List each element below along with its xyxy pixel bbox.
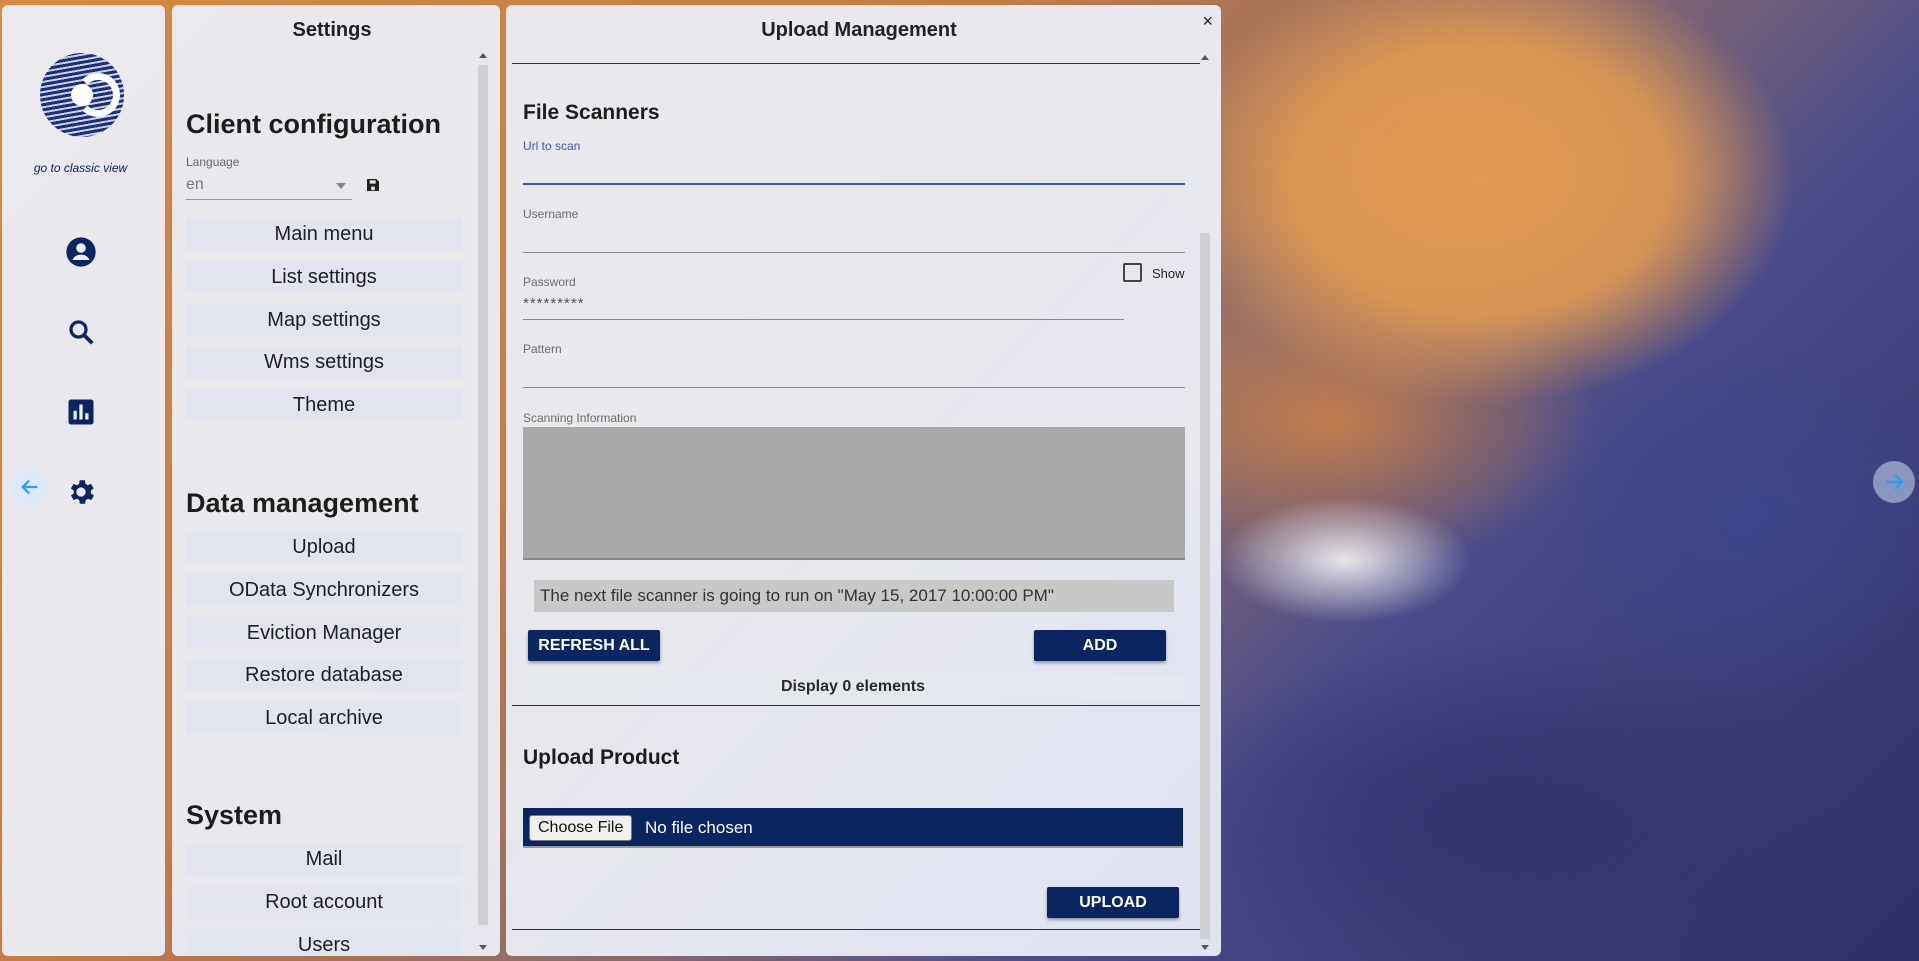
menu-users[interactable]: Users [186,929,462,956]
menu-eviction-manager[interactable]: Eviction Manager [186,617,462,649]
menu-main-menu[interactable]: Main menu [186,218,462,250]
file-input[interactable]: Choose File No file chosen [523,808,1183,848]
scanning-info-label: Scanning Information [523,411,637,425]
username-label: Username [523,207,579,221]
url-label: Url to scan [523,139,581,153]
upload-management-panel: Upload Management × File Scanners Url to… [506,5,1221,956]
chevron-down-icon [336,183,346,189]
language-select[interactable]: en [186,170,352,200]
esa-logo [40,53,124,137]
refresh-all-button[interactable]: REFRESH ALL [528,630,660,661]
menu-mail[interactable]: Mail [186,843,462,875]
upload-management-title: Upload Management [761,19,957,41]
gear-icon[interactable] [64,475,98,509]
add-button[interactable]: ADD [1034,630,1166,661]
pattern-input[interactable] [523,358,1185,388]
url-input[interactable] [523,155,1185,185]
menu-upload[interactable]: Upload [186,531,462,563]
classic-view-link[interactable]: go to classic view [2,161,159,175]
password-label: Password [523,275,576,289]
show-password-checkbox[interactable] [1123,263,1142,282]
system-heading: System [186,800,283,830]
file-scanners-heading: File Scanners [523,101,660,124]
next-right-arrow-icon[interactable] [1873,461,1915,503]
settings-title: Settings [292,19,372,41]
menu-local-archive[interactable]: Local archive [186,702,462,734]
settings-scrollbar[interactable] [476,51,490,951]
data-management-heading: Data management [186,488,419,518]
next-run-info: The next file scanner is going to run on… [534,580,1174,612]
menu-theme[interactable]: Theme [186,389,462,421]
language-value: en [186,176,204,193]
display-count: Display 0 elements [523,675,1183,699]
upload-button[interactable]: UPLOAD [1047,887,1179,918]
upload-scrollbar[interactable] [1198,53,1212,953]
username-input[interactable] [523,223,1185,253]
icon-rail: go to classic view [2,5,165,956]
menu-map-settings[interactable]: Map settings [186,304,462,336]
no-file-label: No file chosen [645,818,753,837]
scanning-info-textarea[interactable] [523,427,1185,560]
show-password-label: Show [1152,266,1185,281]
collapse-left-arrow-icon[interactable] [11,468,49,506]
settings-panel: Settings Client configuration Language e… [172,5,500,956]
menu-root-account[interactable]: Root account [186,886,462,918]
divider [512,929,1200,930]
menu-list-settings[interactable]: List settings [186,261,462,293]
menu-wms-settings[interactable]: Wms settings [186,346,462,378]
divider [512,705,1200,706]
password-input[interactable]: ********* [523,295,585,312]
search-icon[interactable] [64,315,98,349]
statistics-icon[interactable] [64,395,98,429]
menu-restore-database[interactable]: Restore database [186,659,462,691]
settings-scroll-thumb[interactable] [478,65,488,925]
divider [512,63,1200,64]
client-config-heading: Client configuration [186,109,441,139]
choose-file-button[interactable]: Choose File [529,815,633,841]
menu-odata-synchronizers[interactable]: OData Synchronizers [186,574,462,606]
pattern-label: Pattern [523,342,562,356]
account-icon[interactable] [64,235,98,269]
language-label: Language [186,155,240,169]
upload-product-heading: Upload Product [523,746,680,769]
close-icon[interactable]: × [1202,11,1213,32]
save-icon[interactable] [365,177,381,198]
upload-scroll-thumb[interactable] [1200,233,1210,939]
